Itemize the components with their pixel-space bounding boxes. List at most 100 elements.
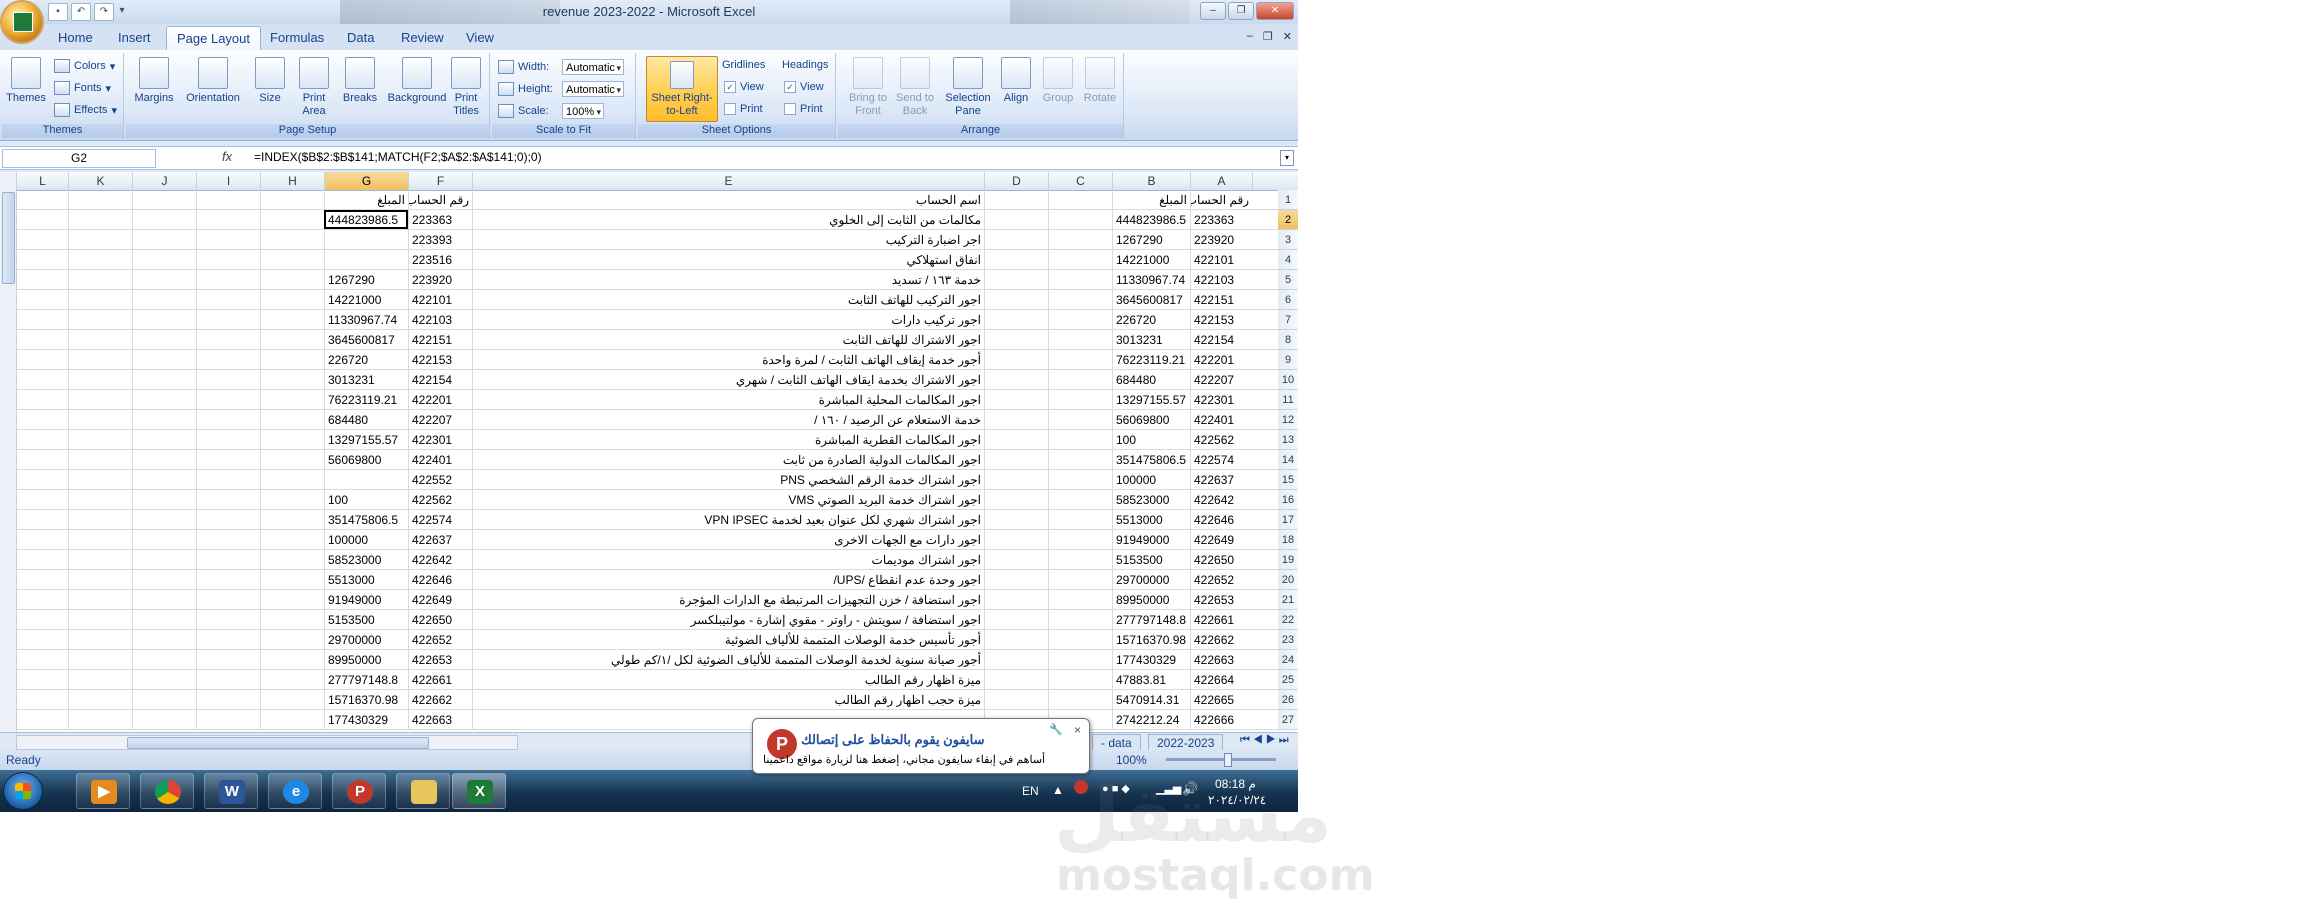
cell-L18[interactable]	[16, 530, 68, 549]
cell-H27[interactable]	[260, 710, 324, 729]
cell-F8[interactable]: 422151	[408, 330, 472, 349]
cell-F12[interactable]: 422207	[408, 410, 472, 429]
cell-J12[interactable]	[132, 410, 196, 429]
cell-C24[interactable]	[1048, 650, 1112, 669]
cell-L5[interactable]	[16, 270, 68, 289]
cell-L23[interactable]	[16, 630, 68, 649]
cell-J21[interactable]	[132, 590, 196, 609]
cell-D15[interactable]	[984, 470, 1048, 489]
cell-F16[interactable]: 422562	[408, 490, 472, 509]
cell-G1[interactable]: المبلغ	[324, 190, 408, 209]
cell-B13[interactable]: 100	[1112, 430, 1190, 449]
cell-G2[interactable]: 444823986.5	[324, 210, 408, 229]
row-header[interactable]: 16	[1278, 490, 1298, 510]
name-box[interactable]: G2	[2, 149, 156, 168]
cell-I4[interactable]	[196, 250, 260, 269]
row-header[interactable]: 9	[1278, 350, 1298, 370]
cell-B19[interactable]: 5153500	[1112, 550, 1190, 569]
cell-B16[interactable]: 58523000	[1112, 490, 1190, 509]
minimize-button[interactable]: –	[1200, 2, 1226, 20]
background-button[interactable]: Background	[382, 57, 452, 105]
cell-I19[interactable]	[196, 550, 260, 569]
cell-G25[interactable]: 277797148.8	[324, 670, 408, 689]
cell-J24[interactable]	[132, 650, 196, 669]
cell-G16[interactable]: 100	[324, 490, 408, 509]
cell-C2[interactable]	[1048, 210, 1112, 229]
cell-J23[interactable]	[132, 630, 196, 649]
cell-I26[interactable]	[196, 690, 260, 709]
cell-D7[interactable]	[984, 310, 1048, 329]
cell-I16[interactable]	[196, 490, 260, 509]
cell-H17[interactable]	[260, 510, 324, 529]
cell-A2[interactable]: 223363	[1190, 210, 1252, 229]
cell-A10[interactable]: 422207	[1190, 370, 1252, 389]
cell-I24[interactable]	[196, 650, 260, 669]
undo-icon[interactable]: ↶	[71, 3, 91, 21]
width-combo[interactable]: Automatic	[562, 59, 624, 76]
cell-E12[interactable]: خدمة الاستعلام عن الرصيد / ١٦٠ /	[472, 410, 984, 429]
cell-E2[interactable]: مكالمات من الثابت إلى الخلوي	[472, 210, 984, 229]
row-header[interactable]: 11	[1278, 390, 1298, 410]
column-header-D[interactable]: D	[984, 172, 1048, 190]
cell-C23[interactable]	[1048, 630, 1112, 649]
cell-C6[interactable]	[1048, 290, 1112, 309]
cell-E3[interactable]: اجر اضبارة التركيب	[472, 230, 984, 249]
tab-formulas[interactable]: Formulas	[270, 30, 324, 45]
cell-B15[interactable]: 100000	[1112, 470, 1190, 489]
scale-spinner[interactable]: 100%	[562, 103, 604, 120]
cell-L21[interactable]	[16, 590, 68, 609]
cell-C18[interactable]	[1048, 530, 1112, 549]
headings-print-checkbox[interactable]: Print	[784, 103, 823, 115]
workbook-restore-icon[interactable]: ❐	[1263, 30, 1273, 43]
cell-I25[interactable]	[196, 670, 260, 689]
column-header-J[interactable]: J	[132, 172, 196, 190]
cell-F18[interactable]: 422637	[408, 530, 472, 549]
cell-E18[interactable]: اجور دارات مع الجهات الاخرى	[472, 530, 984, 549]
column-header-B[interactable]: B	[1112, 172, 1190, 190]
cell-L10[interactable]	[16, 370, 68, 389]
cell-H15[interactable]	[260, 470, 324, 489]
cell-H2[interactable]	[260, 210, 324, 229]
column-header-E[interactable]: E	[472, 172, 984, 190]
tab-insert[interactable]: Insert	[118, 30, 151, 45]
cell-A22[interactable]: 422661	[1190, 610, 1252, 629]
cell-G20[interactable]: 5513000	[324, 570, 408, 589]
workbook-close-icon[interactable]: ✕	[1283, 30, 1292, 43]
cell-C13[interactable]	[1048, 430, 1112, 449]
cell-D9[interactable]	[984, 350, 1048, 369]
print-titles-button[interactable]: Print Titles	[444, 57, 488, 118]
customize-qat-icon[interactable]: ▾	[117, 3, 127, 19]
cell-G26[interactable]: 15716370.98	[324, 690, 408, 709]
cell-L7[interactable]	[16, 310, 68, 329]
cell-H4[interactable]	[260, 250, 324, 269]
row-header[interactable]: 19	[1278, 550, 1298, 570]
cell-E11[interactable]: اجور المكالمات المحلية المباشرة	[472, 390, 984, 409]
cell-D22[interactable]	[984, 610, 1048, 629]
bring-to-front-button[interactable]: Bring to Front	[846, 57, 890, 118]
cell-B25[interactable]: 47883.81	[1112, 670, 1190, 689]
cell-E20[interactable]: اجور وحدة عدم انقطاع /UPS/	[472, 570, 984, 589]
cell-F13[interactable]: 422301	[408, 430, 472, 449]
cell-F4[interactable]: 223516	[408, 250, 472, 269]
cell-G27[interactable]: 177430329	[324, 710, 408, 729]
themes-button[interactable]: Themes	[6, 57, 46, 105]
cell-C15[interactable]	[1048, 470, 1112, 489]
cell-G13[interactable]: 13297155.57	[324, 430, 408, 449]
cell-K22[interactable]	[68, 610, 132, 629]
cell-B8[interactable]: 3013231	[1112, 330, 1190, 349]
column-header-C[interactable]: C	[1048, 172, 1112, 190]
cell-B24[interactable]: 177430329	[1112, 650, 1190, 669]
cell-C21[interactable]	[1048, 590, 1112, 609]
cell-C11[interactable]	[1048, 390, 1112, 409]
cell-D21[interactable]	[984, 590, 1048, 609]
cell-H14[interactable]	[260, 450, 324, 469]
cell-B5[interactable]: 11330967.74	[1112, 270, 1190, 289]
cell-E25[interactable]: ميزة اظهار رقم الطالب	[472, 670, 984, 689]
row-header[interactable]: 13	[1278, 430, 1298, 450]
cell-E17[interactable]: اجور اشتراك شهري لكل عنوان بعيد لخدمة VP…	[472, 510, 984, 529]
cell-C3[interactable]	[1048, 230, 1112, 249]
cell-I5[interactable]	[196, 270, 260, 289]
row-header[interactable]: 21	[1278, 590, 1298, 610]
cell-C17[interactable]	[1048, 510, 1112, 529]
taskbar-excel[interactable]: X	[452, 773, 506, 809]
